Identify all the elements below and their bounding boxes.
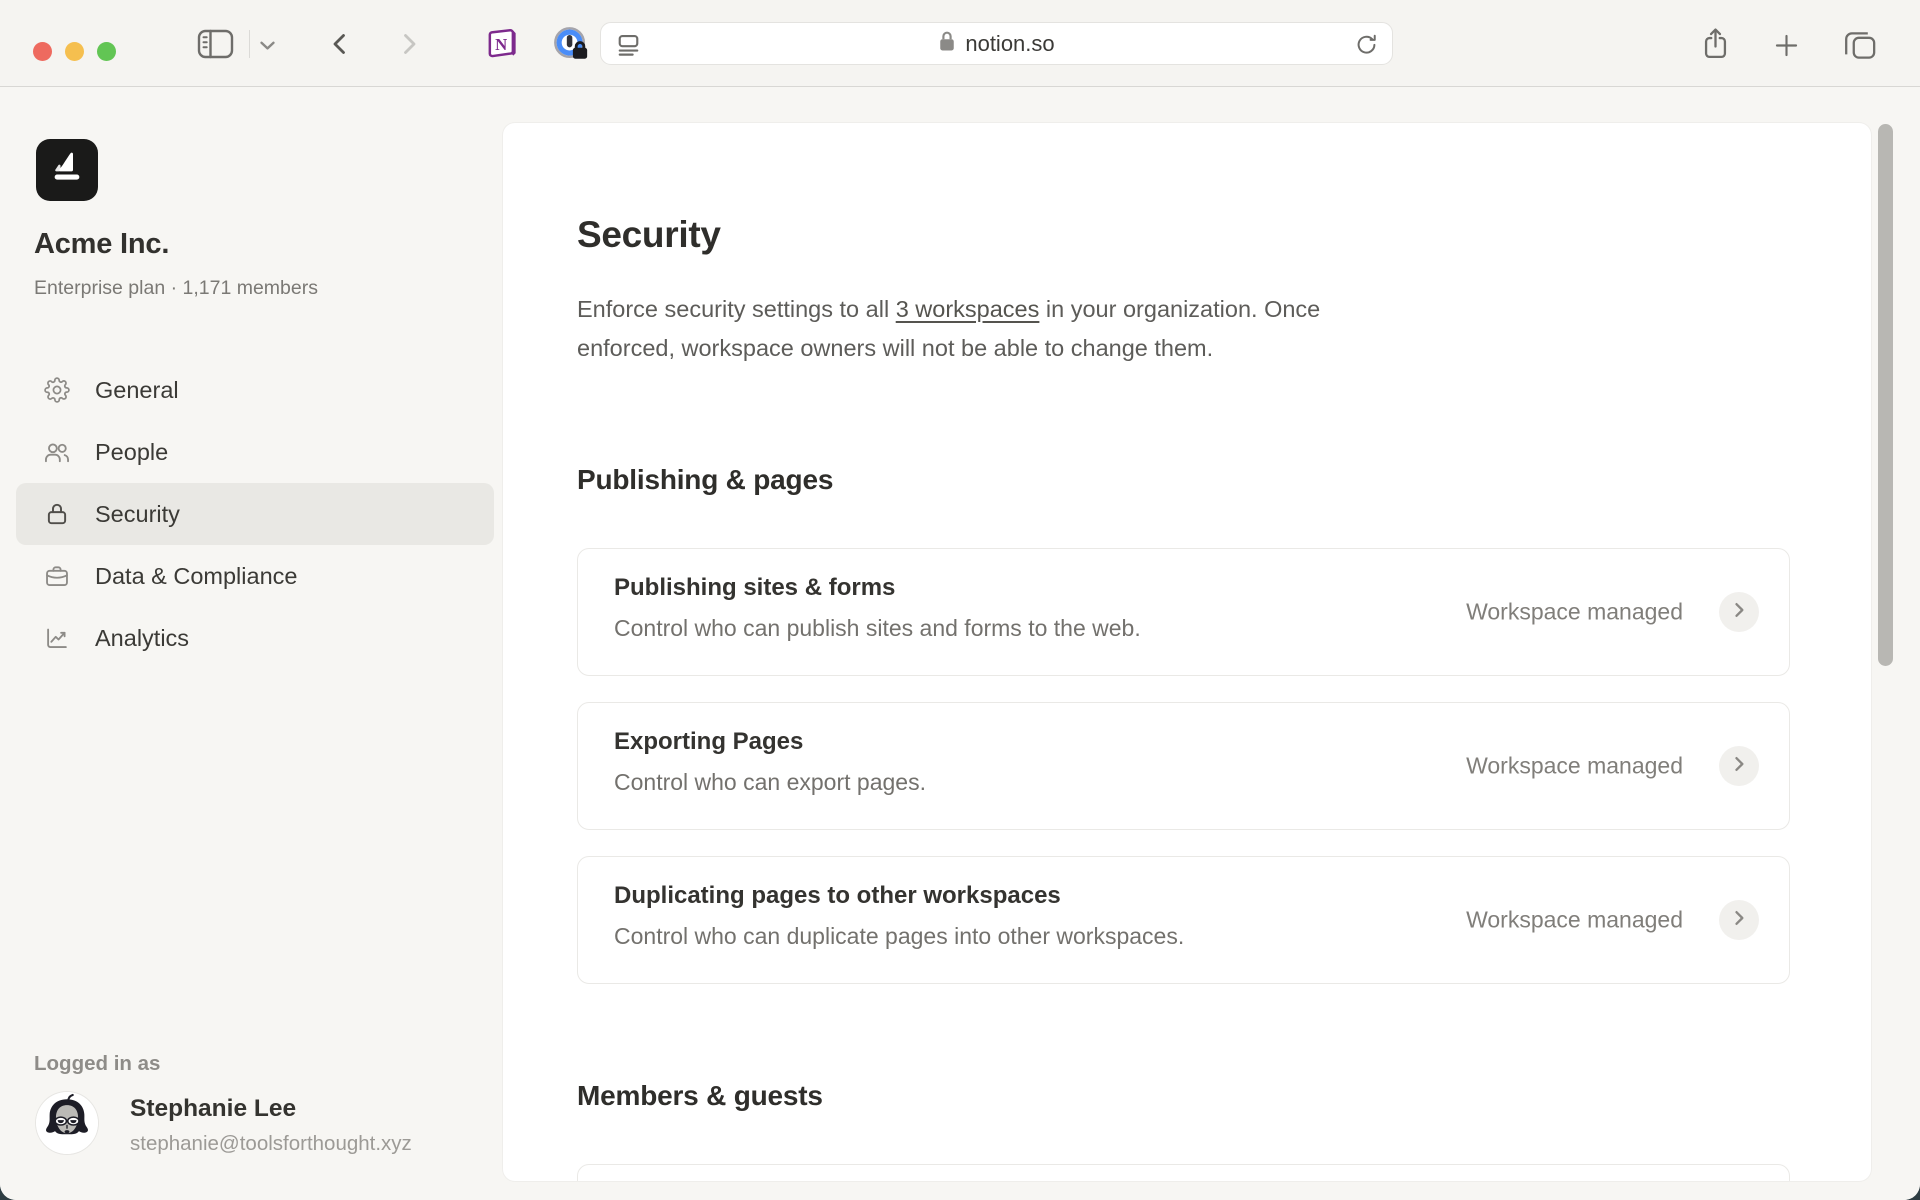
new-tab-icon[interactable] (1773, 32, 1800, 59)
browser-toolbar: N notion.so (0, 0, 1920, 87)
setting-card-exporting-pages[interactable]: Exporting Pages Control who can export pa… (577, 702, 1790, 830)
close-button[interactable] (33, 42, 52, 61)
description-text: enforced, workspace owners will not be a… (577, 335, 1213, 361)
chevron-right-icon (1729, 600, 1749, 625)
settings-panel-inner: Security Enforce security settings to al… (503, 123, 1790, 1181)
section-heading-publishing-pages: Publishing & pages (577, 462, 1790, 498)
logged-in-user: Stephanie Lee stephanie@toolsforthought.… (36, 1092, 412, 1156)
workspaces-link[interactable]: 3 workspaces (896, 296, 1040, 322)
chevron-down-icon[interactable] (259, 40, 276, 51)
chevron-right-icon (1729, 754, 1749, 779)
sidebar-item-label: People (95, 439, 168, 466)
sections-container: Publishing & pages Publishing sites & for… (577, 462, 1790, 1181)
card-title: Exporting Pages (614, 728, 1579, 756)
card-description: Control who can duplicate pages into oth… (614, 923, 1579, 950)
sidebar-item-analytics[interactable]: Analytics (16, 607, 494, 669)
address-bar-center: notion.so (601, 23, 1392, 64)
cards-group: Publishing sites & forms Control who can … (577, 548, 1790, 984)
fullscreen-button[interactable] (97, 42, 116, 61)
svg-text:N: N (495, 35, 507, 54)
setting-card-duplicating-pages-to-other-workspaces[interactable]: Duplicating pages to other workspaces Con… (577, 856, 1790, 984)
workspace-logo (36, 139, 98, 201)
tls-lock-icon (938, 30, 956, 57)
user-email: stephanie@toolsforthought.xyz (130, 1132, 412, 1156)
card-description: Control who can publish sites and forms … (614, 615, 1579, 642)
sidebar-item-label: Security (95, 501, 180, 528)
settings-panel: Security Enforce security settings to al… (503, 123, 1871, 1181)
page-content: Acme Inc. Enterprise plan · 1,171 member… (0, 88, 1920, 1200)
tab-overview-icon[interactable] (1843, 30, 1877, 60)
people-icon (44, 439, 70, 465)
share-icon[interactable] (1701, 26, 1730, 61)
description-text: in your organization. Once (1039, 296, 1320, 322)
card-title: Publishing sites & forms (614, 574, 1579, 602)
notion-extension-icon[interactable]: N (484, 26, 519, 61)
sailboat-icon (47, 148, 87, 193)
card-description: Control who can export pages. (614, 769, 1579, 796)
cards-group (577, 1164, 1790, 1181)
setting-card[interactable] (577, 1164, 1790, 1181)
briefcase-icon (44, 563, 70, 589)
page-title: Security (577, 213, 1790, 257)
chevron-right-icon (1729, 908, 1749, 933)
minimize-button[interactable] (65, 42, 84, 61)
lock-icon (44, 501, 70, 527)
sidebar-toggle-icon[interactable] (197, 29, 234, 59)
section-heading-members-guests: Members & guests (577, 1078, 1790, 1114)
onepassword-extension-icon[interactable] (552, 25, 590, 63)
forward-button[interactable] (398, 32, 421, 56)
workspace-name: Acme Inc. (34, 228, 169, 261)
toolbar-divider (249, 30, 250, 58)
logged-in-as-label: Logged in as (34, 1052, 160, 1076)
card-value: Workspace managed (1466, 753, 1683, 780)
sidebar-item-label: Data & Compliance (95, 563, 297, 590)
sidebar-item-general[interactable]: General (16, 359, 494, 421)
card-value: Workspace managed (1466, 907, 1683, 934)
chevron-right-button[interactable] (1719, 592, 1759, 632)
chart-icon (44, 625, 70, 651)
gear-icon (44, 377, 70, 403)
page-description: Enforce security settings to all 3 works… (577, 290, 1790, 368)
chevron-right-button[interactable] (1719, 900, 1759, 940)
browser-window: N notion.so Acme Inc. Enterprise plan · … (0, 0, 1920, 1200)
reload-icon[interactable] (1354, 32, 1379, 62)
user-avatar (36, 1092, 98, 1154)
card-value: Workspace managed (1466, 599, 1683, 626)
scrollbar-thumb[interactable] (1878, 124, 1893, 666)
card-title: Duplicating pages to other workspaces (614, 882, 1579, 910)
back-button[interactable] (328, 32, 351, 56)
user-name: Stephanie Lee (130, 1095, 412, 1123)
sidebar-nav: General People Security Data & Compliance An… (16, 359, 494, 669)
url-text: notion.so (965, 31, 1054, 57)
sidebar-item-security[interactable]: Security (16, 483, 494, 545)
user-identity: Stephanie Lee stephanie@toolsforthought.… (130, 1092, 412, 1156)
workspace-plan: Enterprise plan · 1,171 members (34, 277, 318, 300)
sidebar-item-data-compliance[interactable]: Data & Compliance (16, 545, 494, 607)
chevron-right-button[interactable] (1719, 746, 1759, 786)
sidebar-item-label: Analytics (95, 625, 189, 652)
setting-card-publishing-sites-forms[interactable]: Publishing sites & forms Control who can … (577, 548, 1790, 676)
description-text: Enforce security settings to all (577, 296, 896, 322)
sidebar-item-people[interactable]: People (16, 421, 494, 483)
address-bar[interactable]: notion.so (600, 22, 1393, 65)
sidebar-item-label: General (95, 377, 179, 404)
